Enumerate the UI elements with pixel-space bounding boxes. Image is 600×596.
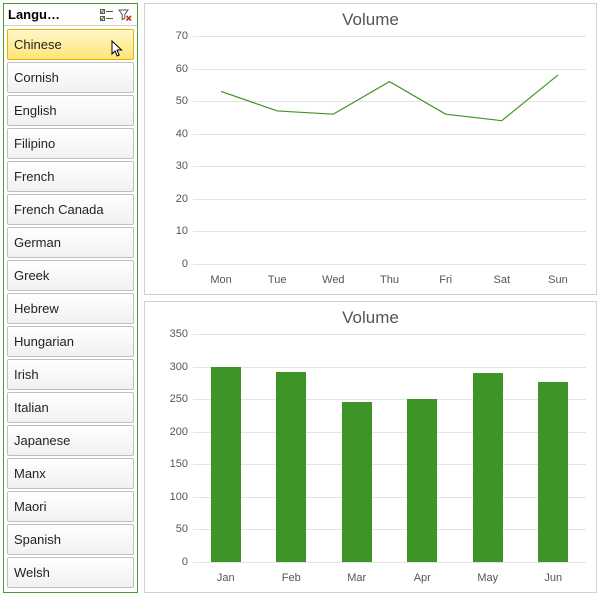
- slicer-item[interactable]: French: [7, 161, 134, 192]
- slicer-item[interactable]: Cornish: [7, 62, 134, 93]
- slicer-header: Langu…: [4, 4, 137, 26]
- slicer-item[interactable]: Manx: [7, 458, 134, 489]
- y-tick-label: 0: [158, 556, 188, 568]
- bar: [473, 373, 503, 562]
- slicer-item-label: Irish: [14, 367, 39, 382]
- y-tick-label: 150: [158, 458, 188, 470]
- slicer-item[interactable]: Welsh: [7, 557, 134, 588]
- y-tick-label: 0: [158, 258, 188, 270]
- slicer-item-label: Italian: [14, 400, 49, 415]
- gridline: [193, 464, 586, 465]
- slicer-item-label: Greek: [14, 268, 49, 283]
- y-tick-label: 30: [158, 160, 188, 172]
- y-tick-label: 10: [158, 225, 188, 237]
- y-tick-label: 40: [158, 128, 188, 140]
- y-tick-label: 20: [158, 193, 188, 205]
- slicer-item-label: Hungarian: [14, 334, 74, 349]
- line-series: [193, 36, 586, 264]
- slicer-item-label: Filipino: [14, 136, 55, 151]
- x-tick-label: Feb: [282, 572, 301, 584]
- y-tick-label: 200: [158, 426, 188, 438]
- x-tick-label: May: [477, 572, 498, 584]
- y-tick-label: 70: [158, 30, 188, 42]
- slicer-item[interactable]: Japanese: [7, 425, 134, 456]
- gridline: [193, 529, 586, 530]
- x-tick-label: Jan: [217, 572, 235, 584]
- slicer-item-label: Hebrew: [14, 301, 59, 316]
- slicer-item-label: German: [14, 235, 61, 250]
- y-tick-label: 50: [158, 523, 188, 535]
- slicer-item[interactable]: Italian: [7, 392, 134, 423]
- gridline: [193, 399, 586, 400]
- y-tick-label: 300: [158, 361, 188, 373]
- mouse-cursor-icon: [111, 39, 125, 60]
- clear-filter-icon[interactable]: [117, 7, 133, 23]
- bar-chart-title: Volume: [145, 302, 596, 328]
- x-tick-label: Wed: [322, 274, 344, 286]
- slicer-item-label: French Canada: [14, 202, 104, 217]
- slicer-item-label: English: [14, 103, 57, 118]
- slicer-item-label: Welsh: [14, 565, 50, 580]
- x-tick-label: Fri: [439, 274, 452, 286]
- x-tick-label: Tue: [268, 274, 287, 286]
- gridline: [193, 562, 586, 563]
- slicer-item-label: Chinese: [14, 37, 62, 52]
- slicer-item[interactable]: Filipino: [7, 128, 134, 159]
- slicer-item[interactable]: Maori: [7, 491, 134, 522]
- slicer-item[interactable]: German: [7, 227, 134, 258]
- slicer-item-label: Cornish: [14, 70, 59, 85]
- bar: [211, 367, 241, 562]
- slicer-item[interactable]: English: [7, 95, 134, 126]
- x-tick-label: Sun: [548, 274, 568, 286]
- line-chart-title: Volume: [145, 4, 596, 30]
- bar: [538, 382, 568, 562]
- slicer-item[interactable]: Greek: [7, 260, 134, 291]
- bar-chart-plot: 050100150200250300350JanFebMarAprMayJun: [193, 334, 586, 562]
- line-chart-plot: 010203040506070MonTueWedThuFriSatSun: [193, 36, 586, 264]
- slicer-item-label: Spanish: [14, 532, 61, 547]
- y-tick-label: 250: [158, 393, 188, 405]
- gridline: [193, 334, 586, 335]
- slicer-item[interactable]: Hungarian: [7, 326, 134, 357]
- bar: [407, 399, 437, 562]
- bar-chart-panel: Volume 050100150200250300350JanFebMarApr…: [144, 301, 597, 593]
- x-tick-label: Jun: [544, 572, 562, 584]
- slicer-item[interactable]: Irish: [7, 359, 134, 390]
- slicer-item[interactable]: Chinese: [7, 29, 134, 60]
- bar: [276, 372, 306, 562]
- slicer-item-label: Maori: [14, 499, 47, 514]
- slicer-item-label: French: [14, 169, 54, 184]
- multi-select-icon[interactable]: [99, 7, 115, 23]
- x-tick-label: Mar: [347, 572, 366, 584]
- y-tick-label: 60: [158, 63, 188, 75]
- x-tick-label: Thu: [380, 274, 399, 286]
- language-slicer: Langu… Chinese Cornish English: [3, 3, 138, 593]
- y-tick-label: 100: [158, 491, 188, 503]
- slicer-item[interactable]: Spanish: [7, 524, 134, 555]
- y-tick-label: 350: [158, 328, 188, 340]
- slicer-items: Chinese Cornish English Filipino French Frenc…: [4, 26, 137, 592]
- slicer-title: Langu…: [8, 7, 97, 22]
- x-tick-label: Mon: [210, 274, 231, 286]
- gridline: [193, 497, 586, 498]
- slicer-item-label: Manx: [14, 466, 46, 481]
- x-tick-label: Sat: [494, 274, 511, 286]
- y-tick-label: 50: [158, 95, 188, 107]
- line-chart-panel: Volume 010203040506070MonTueWedThuFriSat…: [144, 3, 597, 295]
- charts-column: Volume 010203040506070MonTueWedThuFriSat…: [144, 3, 597, 593]
- gridline: [193, 432, 586, 433]
- gridline: [193, 264, 586, 265]
- bar: [342, 402, 372, 562]
- slicer-item[interactable]: French Canada: [7, 194, 134, 225]
- x-tick-label: Apr: [414, 572, 431, 584]
- gridline: [193, 367, 586, 368]
- slicer-item-label: Japanese: [14, 433, 70, 448]
- slicer-item[interactable]: Hebrew: [7, 293, 134, 324]
